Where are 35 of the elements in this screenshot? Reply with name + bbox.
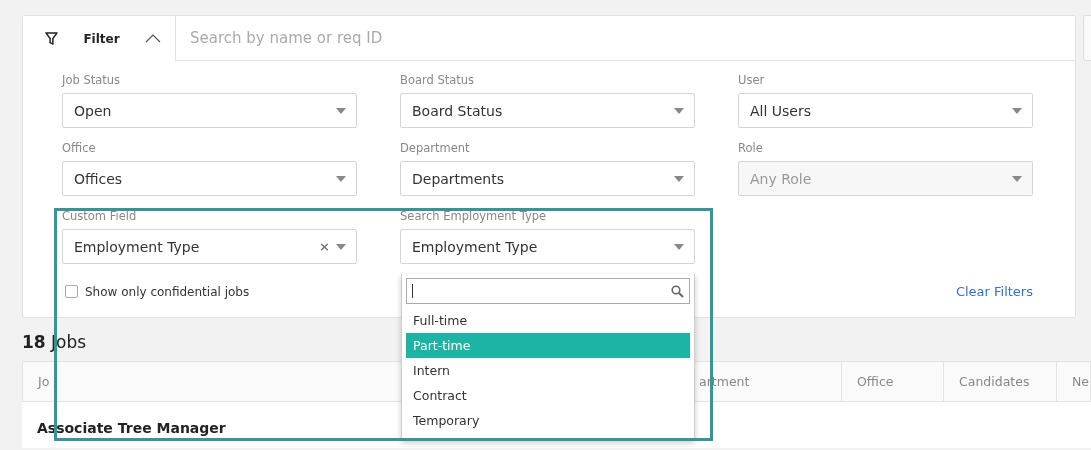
caret-icon — [336, 107, 346, 114]
dropdown-option[interactable]: Temporary — [406, 408, 690, 433]
select-field[interactable]: All Users — [738, 93, 1033, 128]
clear-icon[interactable]: × — [319, 239, 330, 254]
select-field[interactable]: Offices — [62, 161, 357, 196]
field-label: Department — [400, 141, 471, 155]
field-label: Search Employment Type — [400, 209, 548, 223]
dropdown-search-field[interactable] — [406, 278, 690, 304]
select-field[interactable]: Board Status — [400, 93, 695, 128]
select-field[interactable]: Departments — [400, 161, 695, 196]
caret-icon — [336, 175, 346, 182]
column-header[interactable]: Candidates — [943, 362, 1056, 401]
column-header[interactable]: Office — [841, 362, 943, 401]
field-label: Office — [62, 141, 97, 155]
dropdown-option[interactable]: Full-time — [406, 308, 690, 333]
caret-icon — [1012, 175, 1022, 182]
field-label: Custom Field — [62, 209, 138, 223]
select-field[interactable]: Open — [62, 93, 357, 128]
field-label: User — [738, 73, 766, 87]
caret-icon — [1012, 107, 1022, 114]
select-field[interactable]: Employment Type — [400, 229, 695, 264]
select-field[interactable]: Employment Type × — [62, 229, 357, 264]
field-label: Job Status — [62, 73, 122, 87]
field-label: Role — [738, 141, 764, 155]
chevron-up-icon — [145, 34, 161, 43]
filter-tab[interactable]: Filter — [23, 16, 176, 61]
caret-icon — [336, 243, 346, 250]
caret-icon — [674, 243, 684, 250]
filter-icon — [45, 32, 58, 45]
caret-icon — [674, 175, 684, 182]
confidential-checkbox[interactable]: Show only confidential jobs — [65, 284, 250, 299]
caret-icon — [674, 107, 684, 114]
field-label: Board Status — [400, 73, 476, 87]
clear-filters-link[interactable]: Clear Filters — [955, 284, 1033, 299]
search-icon — [671, 284, 684, 298]
